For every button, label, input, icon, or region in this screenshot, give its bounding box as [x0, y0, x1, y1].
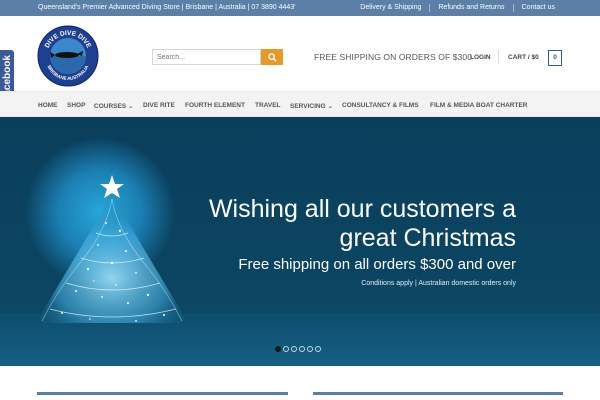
nav-item-consultancy-films[interactable]: CONSULTANCY & FILMS [342, 102, 419, 109]
slider-dot[interactable] [275, 346, 281, 352]
hero-heading-line-1: Wishing all our customers a [208, 195, 516, 223]
nav-item-servicing[interactable]: SERVICING ⌄ [290, 102, 333, 110]
cart-link[interactable]: CART / $0 [508, 54, 539, 61]
contact-us-link[interactable]: Contact us [512, 4, 563, 12]
nav-item-courses-label: COURSES [94, 103, 127, 110]
slider-dot[interactable] [299, 346, 305, 352]
slider-dot[interactable] [283, 346, 289, 352]
search-form [152, 49, 283, 65]
delivery-shipping-link[interactable]: Delivery & Shipping [352, 4, 429, 12]
nav-item-courses[interactable]: COURSES ⌄ [94, 102, 133, 110]
nav-item-film-media-boat-charter[interactable]: FILM & MEDIA BOAT CHARTER [430, 102, 528, 109]
top-links: Delivery & Shipping Refunds and Returns … [352, 4, 563, 12]
hero-conditions-note: Conditions apply | Australian domestic o… [361, 280, 516, 287]
nav-item-fourth-element[interactable]: FOURTH ELEMENT [185, 102, 245, 109]
nav-item-travel[interactable]: TRAVEL [255, 102, 281, 109]
slider-pagination [275, 346, 321, 352]
dive-dive-dive-logo[interactable]: DIVE DIVE DIVE BRISBANE AUSTRALIA [37, 25, 99, 87]
nav-item-shop[interactable]: SHOP [67, 102, 85, 109]
hero-subheading: Free shipping on all orders $300 and ove… [238, 256, 516, 273]
section-accent-right [313, 392, 563, 395]
store-tagline: Queensland's Premier Advanced Diving Sto… [38, 4, 296, 11]
top-bar: Queensland's Premier Advanced Diving Sto… [0, 0, 600, 16]
star-icon [100, 175, 124, 198]
hero-heading: Wishing all our customers a great Christ… [209, 195, 516, 253]
hero-heading-line-2: great Christmas [339, 224, 516, 252]
slider-dot[interactable] [307, 346, 313, 352]
nav-item-servicing-label: SERVICING [290, 103, 326, 110]
slider-dot[interactable] [291, 346, 297, 352]
chevron-down-icon: ⌄ [127, 103, 134, 110]
site-header: DIVE DIVE DIVE BRISBANE AUSTRALIA FREE S… [0, 16, 600, 91]
search-icon [267, 52, 277, 62]
login-link[interactable]: LOGIN [470, 54, 491, 61]
slider-dot[interactable] [315, 346, 321, 352]
search-input[interactable] [152, 49, 261, 65]
refunds-returns-link[interactable]: Refunds and Returns [429, 4, 512, 12]
header-divider [498, 50, 499, 64]
search-button[interactable] [261, 49, 283, 65]
nav-item-home[interactable]: HOME [38, 102, 58, 109]
page: Queensland's Premier Advanced Diving Sto… [0, 0, 600, 400]
hero-slider[interactable]: Wishing all our customers a great Christ… [0, 117, 600, 366]
free-shipping-message: FREE SHIPPING ON ORDERS OF $300 [314, 52, 473, 62]
section-accent-left [37, 392, 288, 395]
chevron-down-icon: ⌄ [327, 103, 333, 110]
cart-count-badge[interactable]: 0 [548, 50, 562, 66]
nav-item-dive-rite[interactable]: DIVE RITE [143, 102, 175, 109]
main-nav: HOME SHOP COURSES ⌄ DIVE RITE FOURTH ELE… [0, 91, 600, 117]
christmas-tree-illustration [36, 175, 188, 323]
